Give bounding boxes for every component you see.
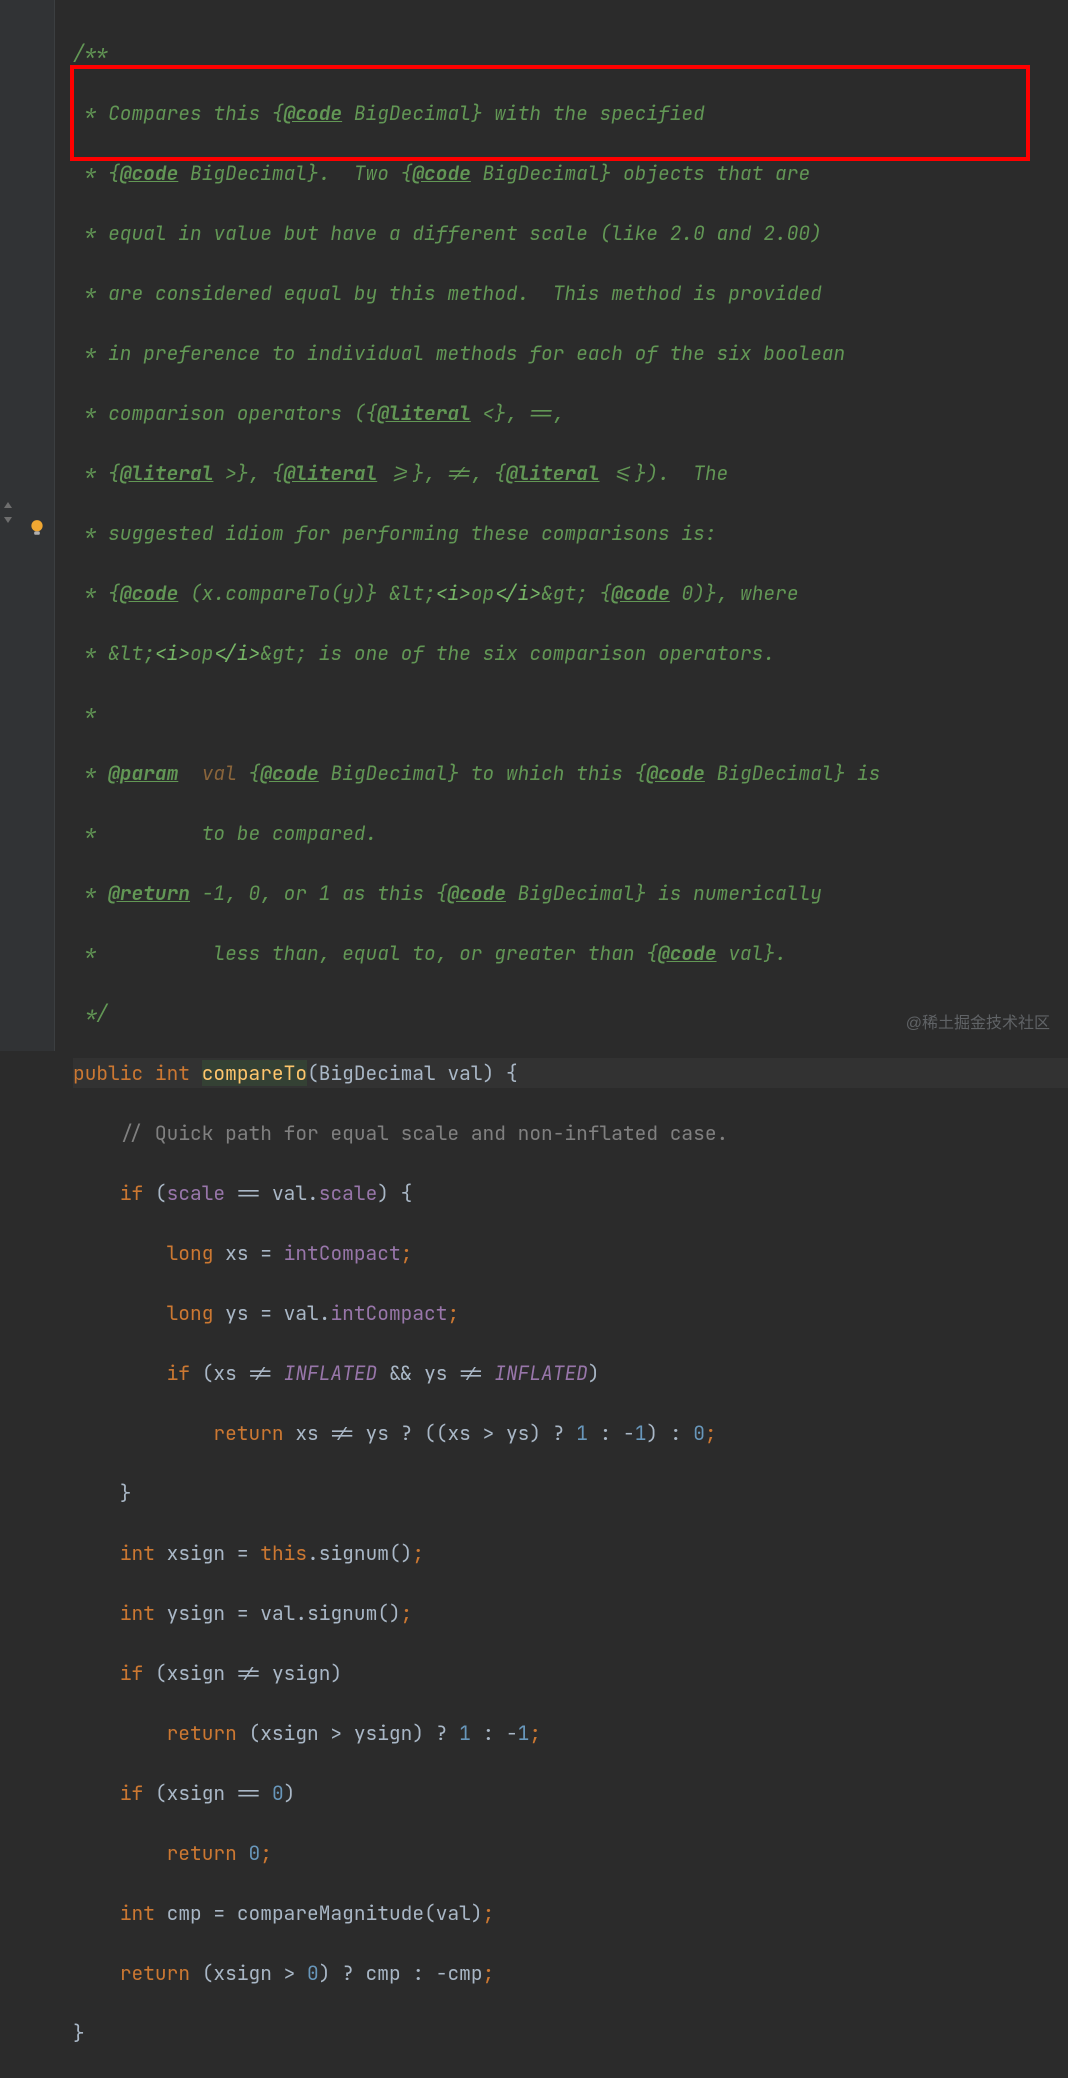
javadoc-tag: @literal (284, 460, 378, 486)
code-editor[interactable]: /** * Compares this {@code BigDecimal} w… (55, 0, 1068, 1051)
watermark: @稀土掘金技术社区 (906, 1009, 1050, 1033)
javadoc-tag: @code (284, 100, 343, 126)
javadoc-line: * to be compared. (73, 820, 377, 846)
javadoc-tag: @code (120, 580, 179, 606)
javadoc-line: * in preference to individual methods fo… (73, 340, 845, 366)
javadoc-line: * equal in value but have a different sc… (73, 220, 822, 246)
method-name: compareTo (202, 1060, 307, 1086)
javadoc-param-tag: @param (108, 760, 178, 786)
javadoc-tag: @literal (506, 460, 600, 486)
comment: // Quick path for equal scale and non-in… (120, 1120, 728, 1146)
javadoc-tag: @code (611, 580, 670, 606)
javadoc-tag: @code (412, 160, 471, 186)
javadoc-tag: @literal (120, 460, 214, 486)
javadoc-tag: @code (120, 160, 179, 186)
javadoc-tag: @code (447, 880, 506, 906)
javadoc-line: */ (73, 1000, 108, 1026)
javadoc-line: * suggested idiom for performing these c… (73, 520, 717, 546)
javadoc-tag: @literal (377, 400, 471, 426)
intention-bulb-icon[interactable] (28, 517, 46, 535)
javadoc-line: /** (73, 40, 108, 66)
javadoc-line: * are considered equal by this method. T… (73, 280, 822, 306)
fold-marker-down-icon[interactable] (3, 505, 13, 515)
fold-marker-up-icon[interactable] (3, 490, 13, 500)
editor-gutter (0, 0, 55, 1051)
javadoc-tag: @code (658, 940, 717, 966)
javadoc-tag: @code (646, 760, 705, 786)
javadoc-line: * (73, 700, 96, 726)
javadoc-return-tag: @return (108, 880, 190, 906)
method-signature-line: public int compareTo(BigDecimal val) { (73, 1058, 1068, 1088)
javadoc-tag: @code (260, 760, 319, 786)
